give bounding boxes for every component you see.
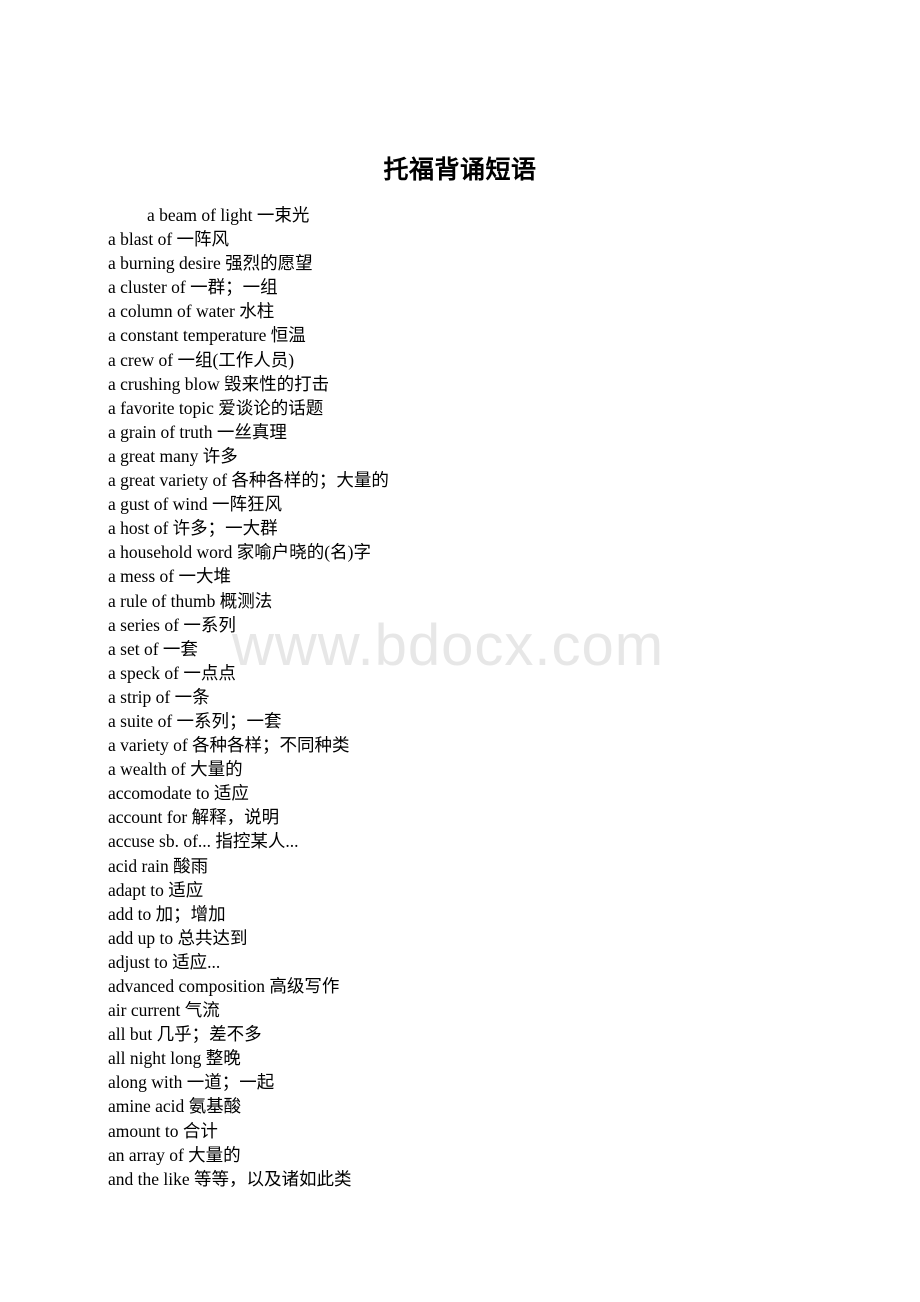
list-item: a crew of 一组(工作人员) xyxy=(108,349,295,370)
list-item: amount to 合计 xyxy=(108,1120,218,1141)
page-title: 托福背诵短语 xyxy=(383,155,537,184)
list-item: all but 几乎；差不多 xyxy=(108,1024,262,1045)
list-item: accuse sb. of... 指控某人... xyxy=(108,831,299,852)
list-item: a crushing blow 毁来性的打击 xyxy=(108,373,330,394)
list-item: a household word 家喻户晓的(名)字 xyxy=(108,542,371,563)
list-item: a cluster of 一群；一组 xyxy=(108,277,278,298)
list-item: a great many 许多 xyxy=(108,445,238,466)
list-item: a strip of 一条 xyxy=(108,686,210,707)
list-item: a grain of truth 一丝真理 xyxy=(108,421,287,442)
list-item: all night long 整晚 xyxy=(108,1048,241,1069)
list-item: a favorite topic 爱谈论的话题 xyxy=(108,397,324,418)
list-item: a blast of 一阵风 xyxy=(108,229,230,250)
document-page: www.bdocx.com 托福背诵短语 a beam of light 一束光… xyxy=(0,0,920,1302)
list-item: a column of water 水柱 xyxy=(108,301,275,322)
list-item: add to 加；增加 xyxy=(108,903,226,924)
list-item: acid rain 酸雨 xyxy=(108,855,209,876)
list-item: a speck of 一点点 xyxy=(108,662,236,683)
list-item: a series of 一系列 xyxy=(108,614,236,635)
list-item: a constant temperature 恒温 xyxy=(108,325,306,346)
phrase-list: a beam of light 一束光 a blast of 一阵风 a burni… xyxy=(108,203,828,1191)
list-item: a set of 一套 xyxy=(108,638,198,659)
list-item: a great variety of 各种各样的；大量的 xyxy=(108,470,389,491)
list-item: a beam of light 一束光 xyxy=(147,205,310,225)
list-item: amine acid 氨基酸 xyxy=(108,1096,242,1117)
list-item: a rule of thumb 概测法 xyxy=(108,590,273,611)
list-item: a mess of 一大堆 xyxy=(108,566,231,587)
list-item: air current 气流 xyxy=(108,1000,220,1021)
list-item: accomodate to 适应 xyxy=(108,783,249,804)
list-item: account for 解释，说明 xyxy=(108,807,280,828)
list-item: add up to 总共达到 xyxy=(108,927,248,948)
list-item: a variety of 各种各样；不同种类 xyxy=(108,735,350,756)
list-item: an array of 大量的 xyxy=(108,1144,241,1165)
list-item: adjust to 适应... xyxy=(108,951,221,972)
list-item: advanced composition 高级写作 xyxy=(108,976,340,996)
list-item: a suite of 一系列；一套 xyxy=(108,710,282,731)
list-item: a burning desire 强烈的愿望 xyxy=(108,253,313,274)
list-item: a wealth of 大量的 xyxy=(108,759,243,780)
list-item: a gust of wind 一阵狂风 xyxy=(108,494,283,515)
list-item: a host of 许多；一大群 xyxy=(108,518,278,539)
list-item: along with 一道；一起 xyxy=(108,1072,275,1093)
list-item: and the like 等等，以及诸如此类 xyxy=(108,1168,352,1189)
list-item: adapt to 适应 xyxy=(108,879,204,900)
